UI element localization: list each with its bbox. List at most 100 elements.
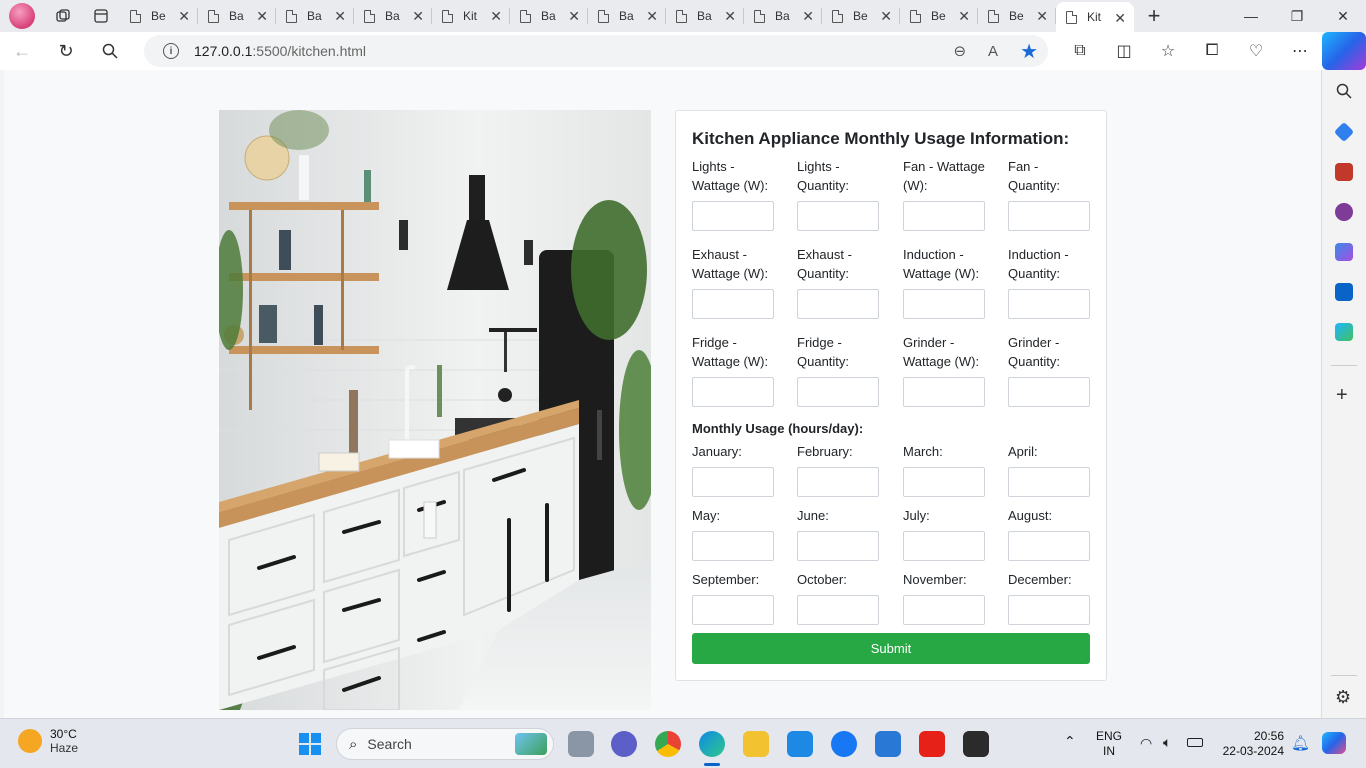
minimize-button[interactable]: — [1228,0,1274,32]
profile-button[interactable] [0,0,44,32]
sidebar-settings-icon[interactable]: ⚙ [1335,687,1351,708]
close-icon[interactable]: ✕ [178,8,190,25]
month-hours-input[interactable] [1008,531,1090,561]
appliance-input[interactable] [903,201,985,231]
browser-tab[interactable]: Ba ✕ [666,0,744,32]
info-icon[interactable]: i [163,43,179,59]
games-icon[interactable] [1335,203,1353,221]
tray-overflow-icon[interactable]: ⌃ [1064,733,1076,750]
copilot-taskbar-icon[interactable] [1322,732,1346,754]
appliance-input[interactable] [903,377,985,407]
search-button[interactable] [88,32,132,70]
browser-tab[interactable]: Ba ✕ [276,0,354,32]
tools-icon[interactable] [1335,163,1353,181]
close-icon[interactable]: ✕ [490,8,502,25]
close-icon[interactable]: ✕ [334,8,346,25]
notification-bell-icon[interactable]: 🔔︎ [1291,734,1310,752]
browser-tab[interactable]: Kit ✕ [1056,2,1134,32]
wifi-icon[interactable]: ◠ [1140,735,1152,752]
task-view-icon[interactable] [568,731,594,757]
close-icon[interactable]: ✕ [724,8,736,25]
close-icon[interactable]: ✕ [1114,10,1126,27]
favorites-button[interactable]: ☆ [1146,32,1190,70]
collections-button[interactable]: ⧠ [1190,32,1234,70]
month-hours-input[interactable] [797,531,879,561]
browser-tab[interactable]: Ba ✕ [510,0,588,32]
appliance-input[interactable] [797,377,879,407]
browser-tab[interactable]: Be ✕ [900,0,978,32]
url-text[interactable]: 127.0.0.1:5500/kitchen.html [194,43,366,59]
month-hours-input[interactable] [797,467,879,497]
browser-tab[interactable]: Ba ✕ [588,0,666,32]
browser-tab[interactable]: Be ✕ [120,0,198,32]
appliance-input[interactable] [1008,377,1090,407]
month-hours-input[interactable] [903,467,985,497]
month-hours-input[interactable] [692,531,774,561]
browser-tab[interactable]: Be ✕ [978,0,1056,32]
extensions-button[interactable]: ⧉ [1058,32,1102,70]
close-icon[interactable]: ✕ [958,8,970,25]
browser-tab[interactable]: Ba ✕ [744,0,822,32]
add-sidebar-icon[interactable]: + [1336,384,1348,407]
refresh-button[interactable]: ↻ [44,32,88,70]
microsoft-365-icon[interactable] [1335,243,1353,261]
meet-icon[interactable] [611,731,637,757]
appliance-input[interactable] [797,289,879,319]
close-icon[interactable]: ✕ [880,8,892,25]
close-icon[interactable]: ✕ [412,8,424,25]
close-window-button[interactable]: ✕ [1320,0,1366,32]
start-button[interactable] [299,733,321,755]
month-hours-input[interactable] [797,595,879,625]
appliance-input[interactable] [692,289,774,319]
appliance-input[interactable] [903,289,985,319]
favorite-star-icon[interactable]: ★ [1020,39,1038,64]
back-button[interactable]: ← [0,32,44,70]
appliance-input[interactable] [1008,201,1090,231]
drop-icon[interactable] [1335,323,1353,341]
outlook-icon[interactable] [1335,283,1353,301]
close-icon[interactable]: ✕ [802,8,814,25]
appliance-input[interactable] [797,201,879,231]
browser-tab[interactable]: Ba ✕ [354,0,432,32]
sidebar-search-icon[interactable] [1336,83,1352,99]
browser-tab[interactable]: Kit ✕ [432,0,510,32]
tab-actions-button[interactable] [82,0,120,32]
close-icon[interactable]: ✕ [646,8,658,25]
browser-tab[interactable]: Be ✕ [822,0,900,32]
month-hours-input[interactable] [1008,595,1090,625]
file-explorer-icon[interactable] [743,731,769,757]
month-hours-input[interactable] [903,531,985,561]
clock[interactable]: 20:56 22-03-2024 [1216,729,1284,759]
language-indicator[interactable]: ENG IN [1094,729,1124,759]
terminal-icon[interactable] [963,731,989,757]
copilot-button[interactable] [1322,32,1366,70]
appliance-input[interactable] [1008,289,1090,319]
appliance-input[interactable] [692,377,774,407]
month-hours-input[interactable] [1008,467,1090,497]
restore-button[interactable]: ❐ [1274,0,1320,32]
month-hours-input[interactable] [903,595,985,625]
read-aloud-icon[interactable]: A [988,43,998,60]
split-screen-button[interactable]: ◫ [1102,32,1146,70]
chrome-icon[interactable] [655,731,681,757]
close-icon[interactable]: ✕ [568,8,580,25]
close-icon[interactable]: ✕ [1036,8,1048,25]
appliance-input[interactable] [692,201,774,231]
close-icon[interactable]: ✕ [256,8,268,25]
new-tab-button[interactable]: + [1134,0,1174,32]
shopping-icon[interactable] [1333,121,1355,143]
weather-widget[interactable]: 30°C Haze [18,727,78,755]
vscode-icon[interactable] [787,731,813,757]
taskbar-search[interactable]: ⌕ Search [336,728,554,760]
youtube-icon[interactable] [919,731,945,757]
mail-icon[interactable] [875,731,901,757]
facebook-icon[interactable] [831,731,857,757]
edge-icon[interactable] [699,731,725,757]
battery-icon[interactable] [1187,738,1203,747]
more-button[interactable]: ⋯ [1278,32,1322,70]
address-bar[interactable]: i 127.0.0.1:5500/kitchen.html ⊖ A ★ [144,35,1048,67]
month-hours-input[interactable] [692,595,774,625]
workspaces-button[interactable] [44,0,82,32]
submit-button[interactable]: Submit [692,633,1090,664]
browser-tab[interactable]: Ba ✕ [198,0,276,32]
